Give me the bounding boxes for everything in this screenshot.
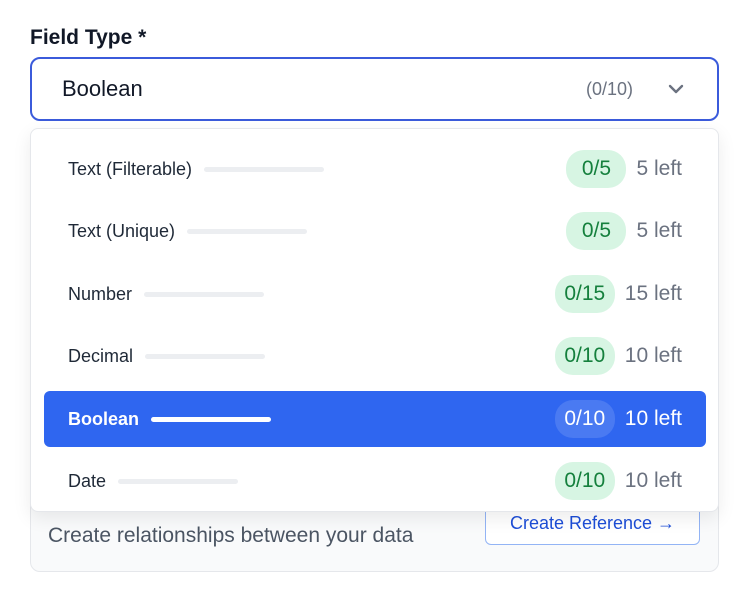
field-type-label: Field Type * [30, 26, 147, 49]
option-decimal[interactable]: Decimal 0/10 10 left [44, 328, 706, 384]
option-date[interactable]: Date 0/10 10 left [44, 453, 706, 509]
usage-badge: 0/10 [554, 462, 615, 500]
option-number[interactable]: Number 0/15 15 left [44, 266, 706, 322]
remaining-count: 10 left [624, 344, 682, 367]
chevron-down-icon[interactable] [665, 78, 687, 100]
usage-badge: 0/15 [554, 275, 615, 313]
select-count: (0/10) [585, 78, 633, 99]
usage-bar [145, 353, 266, 359]
remaining-count: 5 left [636, 219, 682, 242]
remaining-count: 5 left [636, 157, 682, 180]
remaining-count: 10 left [624, 469, 682, 492]
usage-bar [144, 291, 265, 297]
field-type-dropdown: Text (Filterable) 0/5 5 left Text (Uniqu… [30, 128, 719, 512]
option-label: Boolean [68, 408, 140, 429]
option-text-filterable[interactable]: Text (Filterable) 0/5 5 left [44, 141, 706, 197]
usage-bar [118, 478, 239, 484]
option-label: Text (Unique) [68, 220, 176, 241]
usage-bar [204, 166, 325, 172]
usage-badge: 0/10 [554, 337, 615, 375]
option-boolean[interactable]: Boolean 0/10 10 left [44, 391, 706, 447]
option-text-unique[interactable]: Text (Unique) 0/5 5 left [44, 203, 706, 259]
usage-bar [187, 228, 308, 234]
select-value: Boolean [62, 76, 143, 101]
usage-badge: 0/10 [554, 400, 615, 438]
field-type-select[interactable]: Boolean (0/10) [30, 57, 719, 121]
option-label: Number [68, 283, 133, 304]
usage-badge: 0/5 [566, 150, 627, 188]
option-label: Text (Filterable) [68, 158, 193, 179]
usage-bar [151, 416, 272, 422]
option-label: Decimal [68, 345, 134, 366]
option-label: Date [68, 470, 107, 491]
reference-description: Create relationships between your data [48, 524, 414, 547]
usage-badge: 0/5 [566, 212, 627, 250]
remaining-count: 15 left [624, 282, 682, 305]
remaining-count: 10 left [624, 407, 682, 430]
